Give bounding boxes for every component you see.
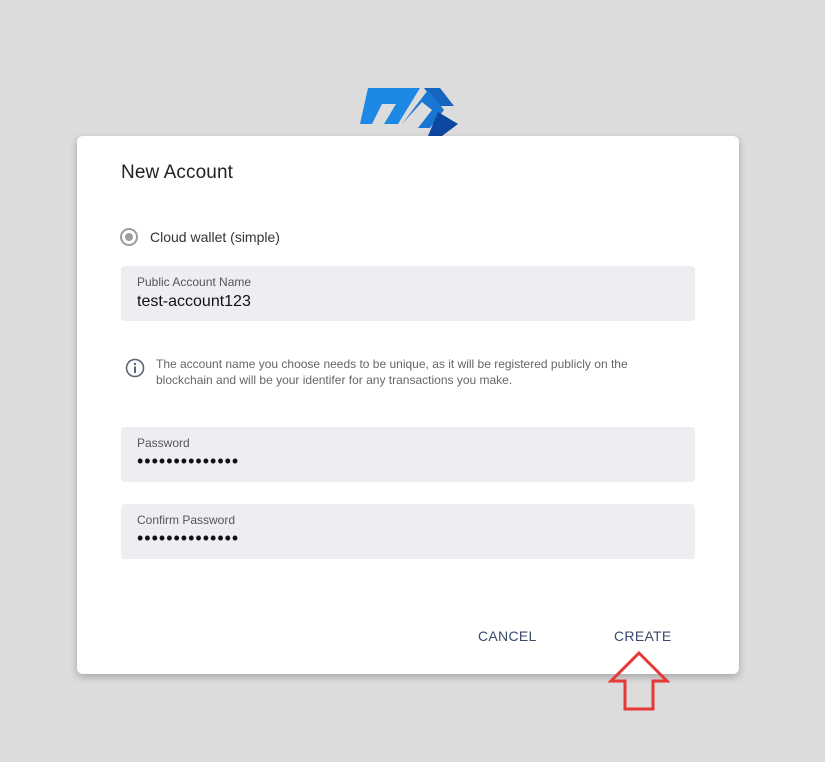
cloud-wallet-radio[interactable] (120, 228, 138, 246)
confirm-password-input[interactable] (137, 528, 677, 548)
app-logo-icon (360, 88, 458, 136)
dialog-title: New Account (121, 162, 233, 183)
up-arrow-icon (608, 650, 670, 711)
password-input[interactable] (137, 451, 677, 471)
cloud-wallet-option[interactable]: Cloud wallet (simple) (120, 228, 280, 246)
confirm-password-label: Confirm Password (137, 513, 236, 527)
account-name-field[interactable]: Public Account Name (121, 266, 695, 321)
password-label: Password (137, 436, 190, 450)
account-name-input[interactable] (137, 292, 677, 312)
password-field[interactable]: Password (121, 427, 695, 482)
info-icon (125, 358, 145, 378)
cancel-button[interactable]: CANCEL (470, 624, 545, 648)
account-name-label: Public Account Name (137, 275, 252, 289)
info-text: The account name you choose needs to be … (156, 357, 628, 387)
cloud-wallet-label: Cloud wallet (simple) (150, 229, 280, 245)
new-account-dialog: New Account Cloud wallet (simple) Public… (77, 136, 739, 674)
create-button[interactable]: CREATE (606, 624, 680, 648)
confirm-password-field[interactable]: Confirm Password (121, 504, 695, 559)
